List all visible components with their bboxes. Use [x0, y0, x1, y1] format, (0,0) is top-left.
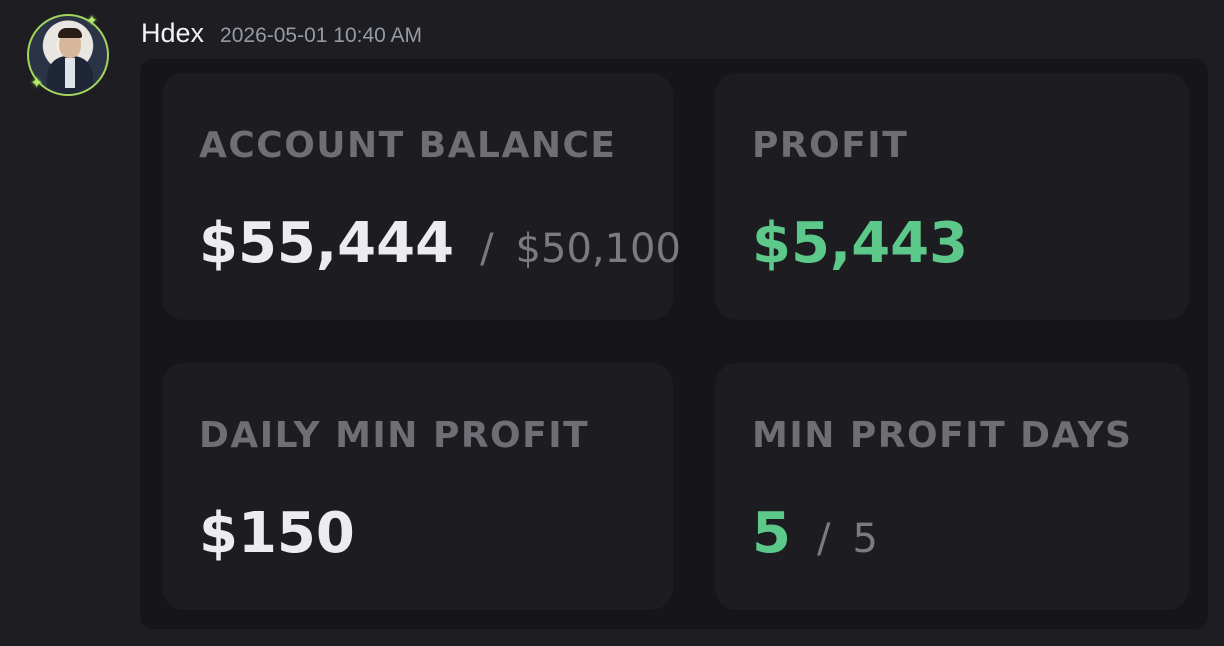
- min-profit-days-card: MIN PROFIT DAYS 5 / 5: [715, 363, 1189, 610]
- account-balance-card: ACCOUNT BALANCE $55,444 / $50,100: [162, 73, 681, 320]
- timestamp: 2026-05-01 10:40 AM: [220, 24, 423, 47]
- min-profit-days-separator: /: [816, 516, 831, 562]
- daily-min-profit-card: DAILY MIN PROFIT $150: [162, 363, 673, 610]
- daily-min-profit-label: DAILY MIN PROFIT: [199, 415, 590, 456]
- avatar-hair: [58, 28, 82, 38]
- account-balance-separator: /: [480, 226, 494, 272]
- profit-value: $5,443: [752, 211, 969, 276]
- account-balance-value: $55,444: [199, 211, 455, 276]
- profit-card: PROFIT $5,443: [715, 73, 1189, 320]
- daily-min-profit-values: $150: [199, 501, 355, 566]
- account-balance-target: $50,100: [515, 226, 681, 272]
- account-balance-label: ACCOUNT BALANCE: [199, 125, 617, 166]
- profit-values: $5,443: [752, 211, 968, 276]
- min-profit-days-values: 5 / 5: [752, 501, 878, 566]
- min-profit-days-value: 5: [752, 501, 791, 566]
- sparkle-icon: ✦: [30, 73, 44, 92]
- min-profit-days-label: MIN PROFIT DAYS: [752, 415, 1133, 456]
- sparkle-icon: ✦: [86, 13, 98, 29]
- message-header: Hdex 2026-05-01 10:40 AM: [141, 18, 422, 49]
- daily-min-profit-value: $150: [199, 501, 355, 566]
- stats-embed: ACCOUNT BALANCE $55,444 / $50,100 PROFIT…: [140, 59, 1208, 629]
- account-balance-values: $55,444 / $50,100: [199, 211, 681, 276]
- avatar-shirt: [65, 58, 75, 88]
- chat-message: ✦ ✦ Hdex 2026-05-01 10:40 AM ACCOUNT BAL…: [0, 0, 1224, 646]
- username[interactable]: Hdex: [141, 18, 204, 49]
- profit-label: PROFIT: [752, 125, 909, 166]
- min-profit-days-target: 5: [852, 516, 878, 562]
